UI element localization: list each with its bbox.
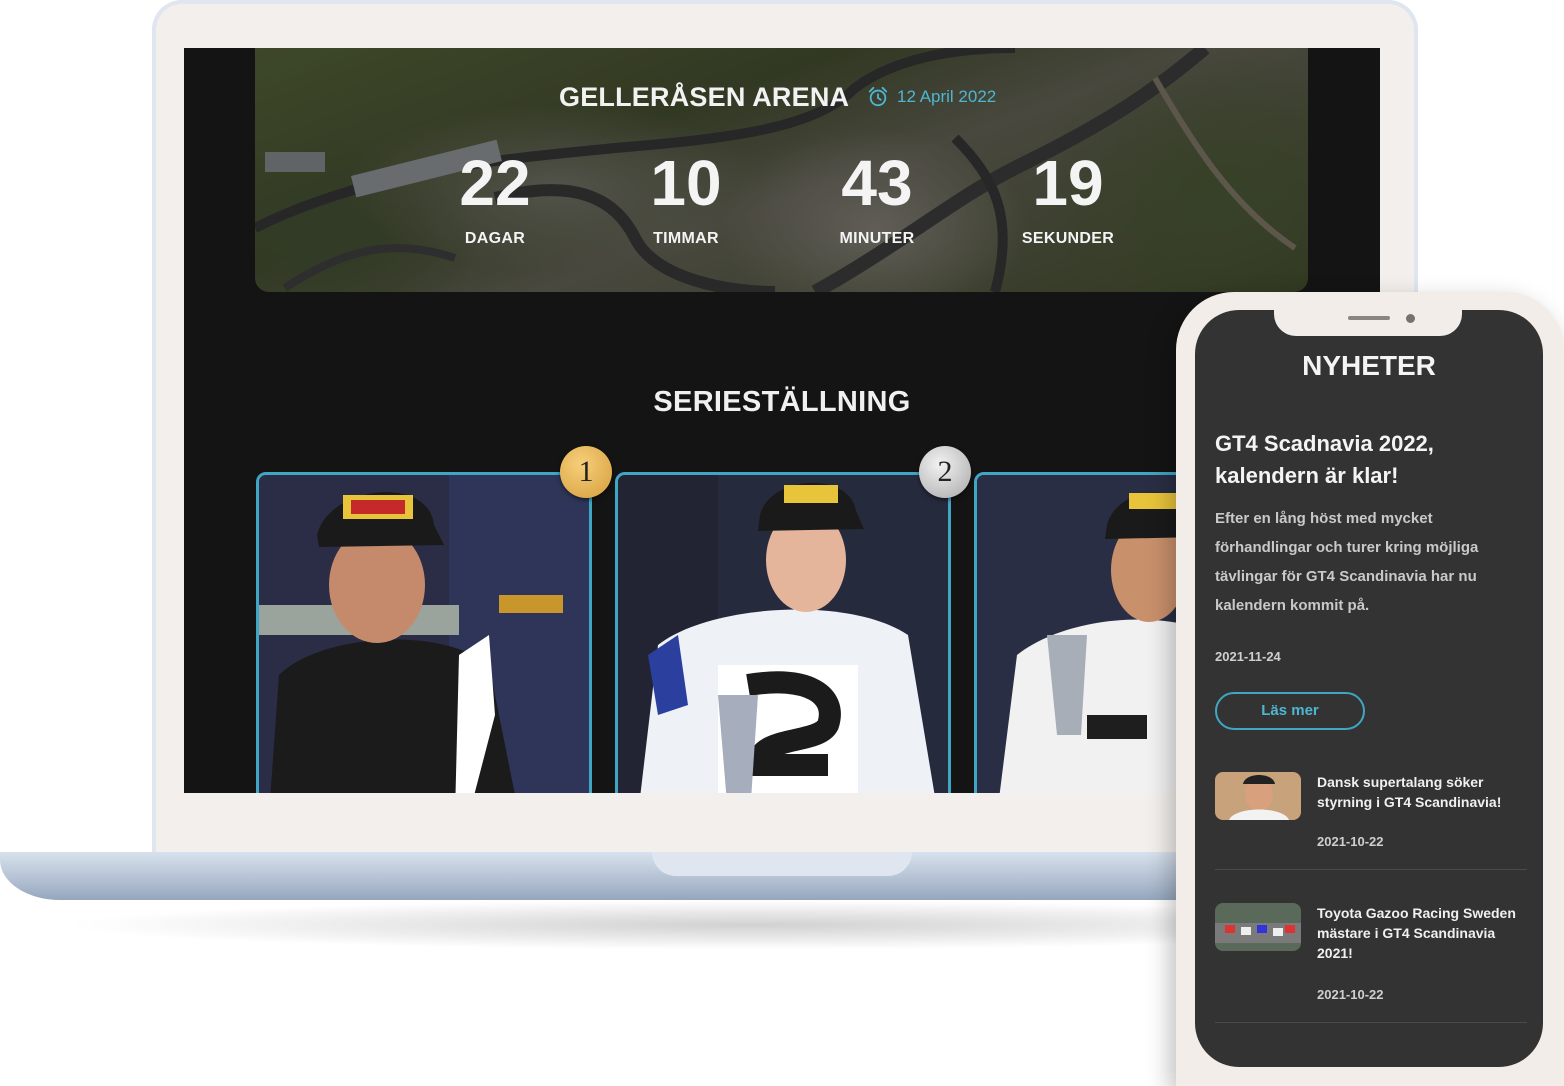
countdown-value: 43 (841, 147, 913, 219)
phone-speaker (1348, 316, 1390, 320)
rank-badge-1: 1 (560, 446, 612, 498)
countdown-value: 10 (650, 147, 722, 219)
countdown-days: 22 DAGAR (420, 148, 570, 248)
laptop-base-notch (652, 852, 912, 876)
news-date: 2021-10-22 (1317, 987, 1384, 1002)
countdown-minutes: 43 MINUTER (802, 148, 952, 248)
rank-badge-2: 2 (919, 446, 971, 498)
countdown-value: 22 (459, 147, 531, 219)
event-date: 12 April 2022 (867, 86, 996, 108)
event-hero: GELLERÅSEN ARENA 12 April 2022 22 DAGAR … (255, 48, 1308, 292)
featured-headline[interactable]: GT4 Scadnavia 2022, kalendern är klar! (1215, 428, 1515, 492)
driver-card-2[interactable] (615, 472, 951, 793)
news-thumbnail (1215, 903, 1301, 951)
news-title: Dansk supertalang söker styrning i GT4 S… (1317, 774, 1502, 810)
countdown-label: MINUTER (839, 230, 915, 247)
news-item[interactable]: Dansk supertalang söker styrning i GT4 S… (1215, 772, 1527, 872)
countdown-label: DAGAR (464, 230, 526, 247)
featured-body: Efter en lång höst med mycket förhandlin… (1215, 510, 1479, 614)
alarm-clock-icon (868, 86, 888, 107)
news-title: Toyota Gazoo Racing Sweden mästare i GT4… (1317, 905, 1516, 961)
phone-camera (1406, 314, 1415, 323)
divider (1215, 1022, 1527, 1023)
phone-screen: NYHETER GT4 Scadnavia 2022, kalendern är… (1195, 310, 1543, 1067)
countdown-label: TIMMAR (653, 230, 719, 247)
countdown-value: 19 (1032, 147, 1104, 219)
featured-date: 2021-11-24 (1215, 649, 1281, 664)
countdown-seconds: 19 SEKUNDER (993, 148, 1143, 248)
read-more-button[interactable]: Läs mer (1215, 692, 1365, 730)
news-date: 2021-10-22 (1317, 834, 1384, 849)
event-date-text: 12 April 2022 (897, 87, 997, 106)
news-item[interactable]: Toyota Gazoo Racing Sweden mästare i GT4… (1215, 903, 1527, 1025)
phone-notch (1274, 308, 1462, 336)
driver-photo (618, 475, 948, 793)
countdown-label: SEKUNDER (1021, 230, 1115, 247)
driver-photo (259, 475, 589, 793)
divider (1215, 869, 1527, 870)
news-thumbnail (1215, 772, 1301, 820)
venue-title: GELLERÅSEN ARENA (559, 82, 850, 112)
driver-card-1[interactable] (256, 472, 592, 793)
news-section-title: NYHETER (1302, 350, 1436, 381)
countdown-hours: 10 TIMMAR (611, 148, 761, 248)
